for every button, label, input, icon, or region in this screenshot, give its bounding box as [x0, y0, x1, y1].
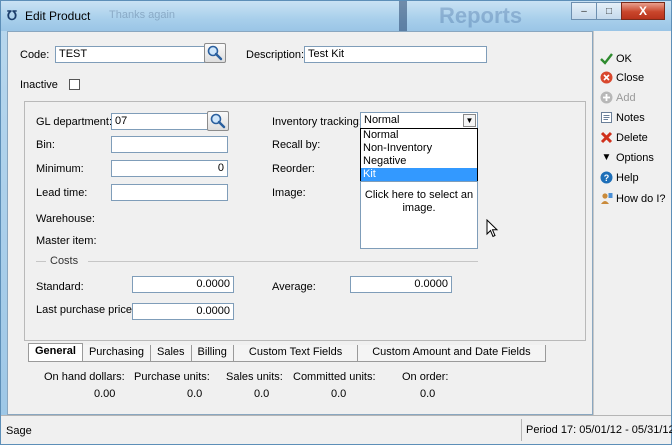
bin-label: Bin: — [36, 139, 55, 151]
image-label: Image: — [272, 187, 306, 199]
period-indicator: Period 17: 05/01/12 - 05/31/12 — [521, 419, 672, 441]
tab-sales[interactable]: Sales — [150, 345, 192, 362]
add-button[interactable]: Add — [600, 91, 636, 104]
on-hand-dollars-value: 0.00 — [94, 388, 116, 400]
average-cost-field[interactable]: 0.0000 — [350, 276, 452, 293]
tab-custom-text-fields[interactable]: Custom Text Fields — [232, 345, 359, 362]
costs-label: Costs — [50, 255, 79, 267]
description-label: Description: — [246, 49, 305, 61]
inactive-checkbox[interactable] — [69, 79, 80, 90]
options-button[interactable]: ▼ Options — [600, 151, 654, 164]
add-icon — [600, 91, 613, 104]
window-title: Edit Product — [25, 9, 91, 23]
sales-units-label: Sales units: — [226, 371, 283, 383]
on-order-value: 0.0 — [420, 388, 436, 400]
ok-button[interactable]: OK — [600, 52, 632, 65]
inventory-tracking-dropdown: Normal Non-Inventory Negative Kit — [360, 128, 478, 181]
last-purchase-price-field[interactable]: 0.0000 — [132, 303, 234, 320]
notes-icon — [600, 111, 613, 124]
checkmark-icon — [600, 52, 613, 65]
window-controls: ‒ □ X — [571, 2, 665, 20]
tracking-option-negative[interactable]: Negative — [361, 155, 477, 168]
standard-cost-field[interactable]: 0.0000 — [132, 276, 234, 293]
inventory-tracking-label: Inventory tracking: — [272, 116, 362, 128]
tab-strip: General Purchasing Sales Billing Custom … — [28, 343, 546, 362]
tab-purchasing[interactable]: Purchasing — [81, 345, 152, 362]
delete-button[interactable]: Delete — [600, 131, 648, 144]
minimize-button[interactable]: ‒ — [571, 2, 597, 20]
on-order-label: On order: — [402, 371, 449, 383]
action-sidebar: OK Close Add Notes Delete ▼ Options ? He… — [593, 31, 671, 415]
last-purchase-price-label: Last purchase price: — [36, 304, 136, 316]
gl-department-lookup-button[interactable] — [207, 111, 229, 131]
app-logo-icon: ℧ — [7, 8, 17, 23]
help-button[interactable]: ? Help — [600, 171, 639, 184]
mouse-cursor-icon — [486, 219, 499, 238]
gl-department-field[interactable]: 07 — [111, 113, 208, 130]
code-label: Code: — [20, 49, 50, 61]
tracking-option-kit[interactable]: Kit — [361, 168, 477, 181]
sales-units-value: 0.0 — [254, 388, 270, 400]
master-item-label: Master item: — [36, 235, 97, 247]
notes-button[interactable]: Notes — [600, 111, 645, 124]
product-image-box[interactable]: Click here to select an image. — [360, 181, 478, 249]
code-field[interactable]: TEST — [55, 46, 205, 63]
dropdown-arrow-icon[interactable]: ▼ — [463, 114, 476, 127]
search-icon — [207, 45, 223, 61]
warehouse-label: Warehouse: — [36, 213, 95, 225]
standard-label: Standard: — [36, 281, 84, 293]
status-bar: Sage Period 17: 05/01/12 - 05/31/12 — [1, 415, 672, 444]
person-help-icon — [600, 192, 613, 205]
minimum-label: Minimum: — [36, 163, 84, 175]
caret-down-icon: ▼ — [601, 152, 612, 163]
background-window-edge — [399, 1, 407, 31]
title-bar[interactable]: Reports ℧ Edit Product Thanks again ‒ □ … — [1, 1, 671, 31]
committed-units-value: 0.0 — [331, 388, 347, 400]
close-button[interactable]: Close — [600, 71, 644, 84]
delete-icon — [600, 131, 613, 144]
code-lookup-button[interactable] — [204, 43, 226, 63]
average-label: Average: — [272, 281, 316, 293]
background-reports-title: Reports — [439, 3, 523, 28]
tracking-option-normal[interactable]: Normal — [361, 129, 477, 142]
tab-general[interactable]: General — [28, 343, 83, 362]
maximize-button[interactable]: □ — [596, 2, 622, 20]
inventory-tracking-select[interactable]: Normal ▼ — [360, 112, 478, 129]
form-area: Code: TEST Description: Test Kit Inactiv… — [7, 31, 593, 415]
bin-field[interactable] — [111, 136, 228, 153]
committed-units-label: Committed units: — [293, 371, 376, 383]
purchase-units-value: 0.0 — [187, 388, 203, 400]
image-hint: Click here to select an image. — [364, 189, 474, 214]
help-icon: ? — [600, 171, 613, 184]
close-circle-icon — [600, 71, 613, 84]
gl-department-label: GL department: — [36, 116, 113, 128]
inactive-label: Inactive — [20, 79, 58, 91]
recall-by-label: Recall by: — [272, 139, 321, 151]
search-icon — [210, 113, 226, 129]
minimum-field[interactable]: 0 — [111, 160, 228, 177]
costs-divider — [88, 261, 478, 262]
costs-divider-left — [36, 261, 46, 262]
inventory-tracking-value: Normal — [364, 114, 400, 126]
edit-product-window: Reports ℧ Edit Product Thanks again ‒ □ … — [0, 0, 672, 445]
reorder-label: Reorder: — [272, 163, 315, 175]
lead-time-field[interactable] — [111, 184, 228, 201]
tracking-option-non-inventory[interactable]: Non-Inventory — [361, 142, 477, 155]
status-text: Sage — [6, 425, 32, 437]
on-hand-dollars-label: On hand dollars: — [44, 371, 125, 383]
how-do-i-button[interactable]: How do I? — [600, 192, 666, 205]
lead-time-label: Lead time: — [36, 187, 88, 199]
tab-billing[interactable]: Billing — [190, 345, 234, 362]
tab-custom-amount-date-fields[interactable]: Custom Amount and Date Fields — [357, 345, 546, 362]
svg-text:?: ? — [604, 173, 610, 183]
close-window-button[interactable]: X — [621, 2, 665, 20]
background-window-title: Thanks again — [109, 9, 176, 21]
description-field[interactable]: Test Kit — [304, 46, 487, 63]
purchase-units-label: Purchase units: — [134, 371, 210, 383]
